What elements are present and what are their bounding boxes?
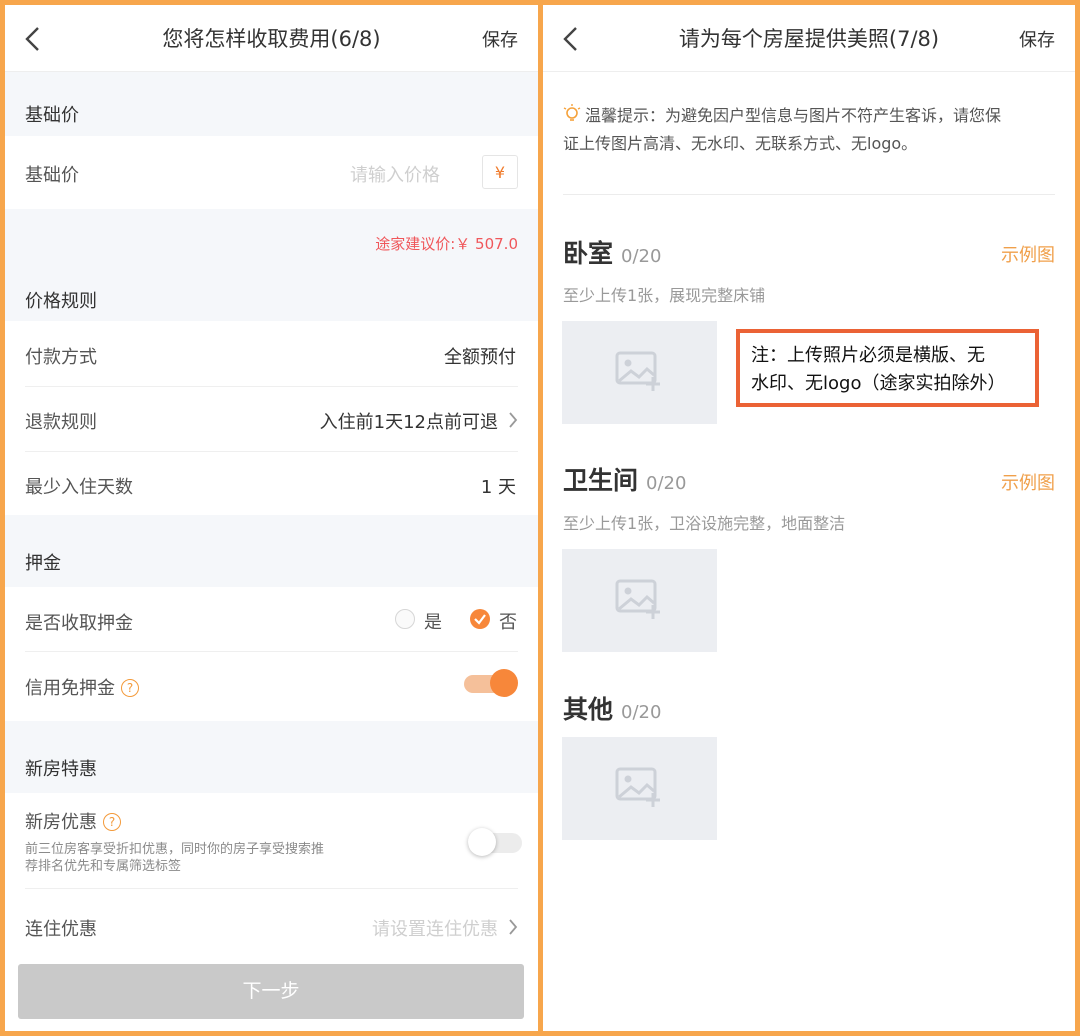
save-button[interactable]: 保存 xyxy=(482,26,518,52)
section-header-base-price: 基础价 xyxy=(5,72,538,136)
new-house-row: 新房优惠? 前三位房客享受折扣优惠，同时你的房子享受搜索推 荐排名优先和专属筛选… xyxy=(5,793,538,888)
section-title: 基础价 xyxy=(25,105,79,126)
refund-rule-label: 退款规则 xyxy=(25,412,97,433)
payment-method-row[interactable]: 付款方式 全额预付 xyxy=(5,321,538,386)
deposit-label: 是否收取押金 xyxy=(25,613,133,634)
min-stay-label: 最少入住天数 xyxy=(25,477,133,498)
chevron-right-icon xyxy=(509,919,518,935)
new-house-desc-line: 前三位房客享受折扣优惠，同时你的房子享受搜索推 xyxy=(25,842,325,857)
toggle-knob xyxy=(468,828,496,856)
tip-text: 温馨提示：为避免因户型信息与图片不符产生客诉，请您保 证上传图片高清、无水印、无… xyxy=(563,102,1053,158)
credit-deposit-row: 信用免押金? xyxy=(5,652,538,721)
deposit-row: 是否收取押金 是 否 xyxy=(5,587,538,651)
payment-method-label: 付款方式 xyxy=(25,347,97,368)
consecutive-stay-label: 连住优惠 xyxy=(25,919,97,940)
page-title: 请为每个房屋提供美照(7/8) xyxy=(678,27,940,51)
top-bar: 您将怎样收取费用(6/8) 保存 xyxy=(5,5,538,72)
note-line-2: 水印、无logo（途家实拍除外） xyxy=(751,373,1006,394)
note-line-1: 注：上传照片必须是横版、无 xyxy=(751,345,985,366)
section-title: 押金 xyxy=(25,553,61,574)
new-house-label: 新房优惠? xyxy=(25,808,121,834)
bedroom-title-text: 卧室 xyxy=(563,239,614,268)
other-title: 其他 0/20 xyxy=(563,690,661,726)
checkmark-icon xyxy=(474,614,486,625)
bedroom-desc: 至少上传1张，展现完整床铺 xyxy=(563,286,766,305)
bedroom-example-link[interactable]: 示例图 xyxy=(1001,241,1055,267)
pricing-screen: 您将怎样收取费用(6/8) 保存 基础价 基础价 请输入价格 ¥ 途家建议价:￥… xyxy=(5,5,538,1031)
refund-rule-value: 入住前1天12点前可退 xyxy=(319,412,498,433)
section-title: 新房特惠 xyxy=(25,759,97,780)
new-house-desc-line: 荐排名优先和专属筛选标签 xyxy=(25,859,182,874)
deposit-no-radio[interactable] xyxy=(470,609,490,629)
credit-deposit-text: 信用免押金 xyxy=(25,678,115,699)
bedroom-count: 0/20 xyxy=(621,246,662,267)
image-add-icon xyxy=(615,351,660,391)
next-step-button[interactable]: 下一步 xyxy=(18,964,524,1019)
suggested-price: 途家建议价:￥ 507.0 xyxy=(375,235,518,253)
deposit-no-label: 否 xyxy=(499,612,517,633)
base-price-label: 基础价 xyxy=(25,165,79,186)
other-count: 0/20 xyxy=(621,702,662,723)
help-circle-icon[interactable]: ? xyxy=(121,679,139,697)
section-header-price-rules: 途家建议价:￥ 507.0 价格规则 xyxy=(5,209,538,321)
min-stay-row[interactable]: 最少入住天数 1 天 xyxy=(5,452,538,515)
bathroom-count: 0/20 xyxy=(646,473,687,494)
bathroom-upload-slot[interactable] xyxy=(562,549,717,652)
credit-deposit-label: 信用免押金? xyxy=(25,674,139,700)
new-house-text: 新房优惠 xyxy=(25,812,97,833)
deposit-yes-label: 是 xyxy=(424,612,442,633)
new-house-desc: 前三位房客享受折扣优惠，同时你的房子享受搜索推 荐排名优先和专属筛选标签 xyxy=(25,841,324,875)
min-stay-value: 1 天 xyxy=(480,477,516,498)
photos-screen: 请为每个房屋提供美照(7/8) 保存 温馨提示：为避免因户型信息与图片不符产生客… xyxy=(543,5,1075,1031)
bathroom-title-text: 卫生间 xyxy=(563,466,639,495)
chevron-right-icon xyxy=(509,412,518,428)
other-title-text: 其他 xyxy=(563,695,614,724)
bedroom-upload-slot[interactable] xyxy=(562,321,717,424)
section-header-new-house: 新房特惠 xyxy=(5,721,538,793)
currency-yen-icon: ¥ xyxy=(482,155,518,189)
bathroom-example-link[interactable]: 示例图 xyxy=(1001,469,1055,495)
divider xyxy=(563,194,1055,195)
help-circle-icon[interactable]: ? xyxy=(103,813,121,831)
image-add-icon xyxy=(615,579,660,619)
bathroom-desc: 至少上传1张，卫浴设施完整，地面整洁 xyxy=(563,514,846,533)
consecutive-stay-value: 请设置连住优惠 xyxy=(372,919,498,940)
image-add-icon xyxy=(615,767,660,807)
consecutive-stay-row[interactable]: 连住优惠 请设置连住优惠 xyxy=(5,889,538,961)
page-title: 您将怎样收取费用(6/8) xyxy=(162,27,381,51)
annotation-note: 注：上传照片必须是横版、无 水印、无logo（途家实拍除外） xyxy=(736,329,1039,407)
section-header-deposit: 押金 xyxy=(5,515,538,587)
base-price-input[interactable]: 请输入价格 xyxy=(350,161,440,187)
tip-line-2: 证上传图片高清、无水印、无联系方式、无logo。 xyxy=(563,134,918,153)
bathroom-title: 卫生间 0/20 xyxy=(563,461,686,497)
tip-line-1: 温馨提示：为避免因户型信息与图片不符产生客诉，请您保 xyxy=(585,106,1002,125)
lightbulb-icon xyxy=(563,104,581,121)
refund-rule-row[interactable]: 退款规则 入住前1天12点前可退 xyxy=(5,387,538,451)
base-price-row: 基础价 请输入价格 ¥ xyxy=(5,136,538,209)
save-button[interactable]: 保存 xyxy=(1019,26,1055,52)
credit-deposit-toggle[interactable] xyxy=(464,669,518,697)
tip-line: 温馨提示：为避免因户型信息与图片不符产生客诉，请您保 xyxy=(563,102,1053,130)
deposit-yes-radio[interactable] xyxy=(395,609,415,629)
toggle-knob xyxy=(490,669,518,697)
other-upload-slot[interactable] xyxy=(562,737,717,840)
top-bar: 请为每个房屋提供美照(7/8) 保存 xyxy=(543,5,1075,72)
section-title: 价格规则 xyxy=(25,291,97,312)
bedroom-title: 卧室 0/20 xyxy=(563,234,661,270)
new-house-toggle[interactable] xyxy=(468,828,524,856)
payment-method-value: 全额预付 xyxy=(444,347,516,368)
